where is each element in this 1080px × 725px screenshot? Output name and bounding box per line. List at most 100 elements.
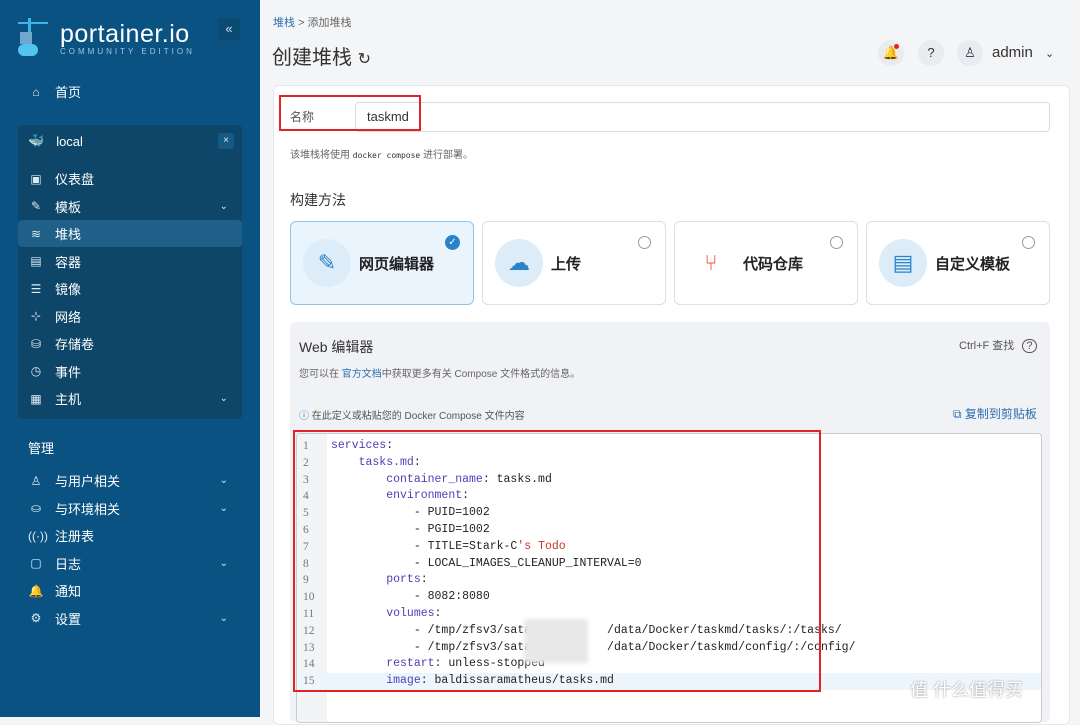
sidebar-item[interactable]: ♙ 与用户相关 ⌄ [18, 467, 242, 494]
breadcrumb: 堆栈 > 添加堆栈 [273, 14, 352, 30]
page-title: 创建堆栈 ↻ [272, 47, 371, 69]
build-method-option[interactable]: ⑂ 代码仓库 [674, 221, 858, 305]
sidebar-item[interactable]: ⊹ 网络 [18, 303, 242, 330]
nav-icon: ⛁ [30, 336, 42, 351]
info-icon: ⓘ [299, 411, 309, 422]
help-icon: ? [927, 45, 935, 60]
nav-icon: ⚙ [30, 611, 42, 625]
sidebar-item[interactable]: ▦ 主机 ⌄ [18, 385, 242, 412]
code-line: 4 environment: [297, 488, 1041, 505]
yaml-value: : [462, 489, 470, 503]
yaml-value: - 8082:8080 [331, 590, 490, 604]
help-button[interactable]: ? [918, 40, 944, 66]
nav-icon: ▣ [30, 171, 42, 186]
method-icon: ⑂ [687, 239, 735, 287]
environment-header[interactable]: 🐳 local [28, 133, 83, 149]
yaml-value: - PGID=1002 [331, 523, 490, 536]
sidebar-item[interactable]: ▣ 仪表盘 [18, 165, 242, 192]
code-line: 9 ports: [297, 572, 1041, 589]
find-shortcut: Ctrl+F 查找 ? [959, 337, 1037, 353]
sidebar-item[interactable]: 🔔 通知 [18, 577, 242, 604]
home-icon: ⌂ [32, 84, 40, 99]
sidebar-item[interactable]: ≋ 堆栈 [18, 220, 242, 247]
line-number: 15 [303, 675, 315, 688]
nav-icon: ▦ [30, 391, 42, 406]
stack-name-input[interactable]: taskmd [355, 102, 1050, 132]
line-number: 4 [303, 490, 309, 503]
method-label: 上传 [551, 255, 582, 273]
yaml-key: volumes [331, 607, 435, 620]
code-line: 7 - TITLE=Stark-C's Todo [297, 539, 1041, 556]
sidebar-item-label: 首页 [55, 85, 82, 100]
logo-subtitle: COMMUNITY EDITION [60, 47, 195, 56]
method-icon: ☁ [495, 239, 543, 287]
sidebar-item[interactable]: ⚙ 设置 ⌄ [18, 605, 242, 632]
radio-button[interactable] [638, 236, 651, 249]
line-number: 2 [303, 456, 309, 469]
portainer-logo[interactable]: portainer.io COMMUNITY EDITION [18, 18, 195, 58]
sidebar-item-label: 容器 [55, 254, 82, 270]
sidebar-item-home[interactable]: ⌂ 首页 [18, 78, 242, 105]
nav-icon: ✎ [30, 199, 42, 213]
nav-icon: ≋ [30, 226, 42, 241]
sidebar-item[interactable]: ✎ 模板 ⌄ [18, 193, 242, 220]
sidebar-item[interactable]: ⛀ 与环境相关 ⌄ [18, 495, 242, 522]
sidebar-item-label: 事件 [55, 364, 82, 380]
radio-button[interactable] [1022, 236, 1035, 249]
nav-icon: ☰ [30, 281, 42, 296]
notifications-button[interactable]: 🔔 [878, 40, 904, 66]
sidebar-item-label: 网络 [55, 309, 82, 325]
yaml-value: - TITLE=Stark-C [331, 539, 518, 553]
sidebar-item[interactable]: ⛁ 存储卷 [18, 330, 242, 357]
sidebar-item-label: 存储卷 [55, 337, 95, 352]
line-number: 12 [303, 624, 315, 637]
breadcrumb-link-stacks[interactable]: 堆栈 [273, 17, 295, 29]
redacted-area [524, 619, 588, 663]
line-number: 7 [303, 540, 309, 553]
avatar[interactable]: ♙ [957, 40, 983, 66]
close-environment-button[interactable]: × [218, 133, 234, 149]
build-method-option[interactable]: ☁ 上传 [482, 221, 666, 305]
code-line: 1 services: [297, 438, 1041, 455]
build-method-option[interactable]: ✎ 网页编辑器 ✓ [290, 221, 474, 305]
yaml-key: services [331, 439, 387, 452]
sidebar-item[interactable]: ▢ 日志 ⌄ [18, 550, 242, 577]
yaml-value: : [420, 573, 428, 587]
copy-to-clipboard-button[interactable]: ⧉ 复制到剪贴板 [953, 405, 1037, 422]
code-line: 5 - PUID=1002 [297, 505, 1041, 522]
method-label: 网页编辑器 [359, 255, 435, 273]
nav-icon: ◷ [30, 364, 42, 378]
nav-icon: ⊹ [30, 309, 42, 323]
sidebar-item[interactable]: ▤ 容器 [18, 248, 242, 275]
sidebar: portainer.io COMMUNITY EDITION « ⌂ 首页 🐳 loc… [0, 0, 260, 717]
chevron-down-icon: ⌄ [219, 612, 228, 624]
sidebar-item-label: 堆栈 [55, 227, 82, 242]
line-number: 11 [303, 608, 315, 620]
official-docs-link[interactable]: 官方文档 [342, 369, 382, 380]
yaml-value: : [386, 439, 394, 452]
sidebar-item[interactable]: ◷ 事件 [18, 358, 242, 385]
code-line: 2 tasks.md: [297, 455, 1041, 472]
code-line: 11 volumes: [297, 606, 1041, 623]
line-number: 6 [303, 524, 309, 536]
line-number: 3 [303, 473, 309, 486]
user-menu[interactable]: admin ⌄ [992, 44, 1054, 61]
method-icon: ✎ [303, 239, 351, 287]
yaml-key: restart [331, 657, 435, 671]
build-method-option[interactable]: ▤ 自定义模板 [866, 221, 1050, 305]
collapse-sidebar-button[interactable]: « [218, 18, 240, 40]
radio-button[interactable] [830, 236, 843, 249]
section-heading-admin: 管理 [28, 441, 55, 456]
yaml-value: - PUID=1002 [331, 506, 490, 520]
username: admin [992, 44, 1033, 61]
refresh-icon[interactable]: ↻ [358, 51, 371, 68]
watermark: 值 什么值得买 [910, 680, 1024, 700]
help-icon[interactable]: ? [1022, 339, 1037, 353]
chevron-down-icon: ⌄ [219, 393, 228, 404]
code-line: 14 restart: unless-stopped [297, 656, 1041, 673]
sidebar-item-label: 设置 [55, 611, 82, 627]
yaml-string: 's Todo [517, 539, 566, 553]
yaml-value: : [413, 455, 421, 469]
sidebar-item[interactable]: ☰ 镜像 [18, 275, 242, 302]
sidebar-item[interactable]: ((·)) 注册表 [18, 522, 242, 549]
